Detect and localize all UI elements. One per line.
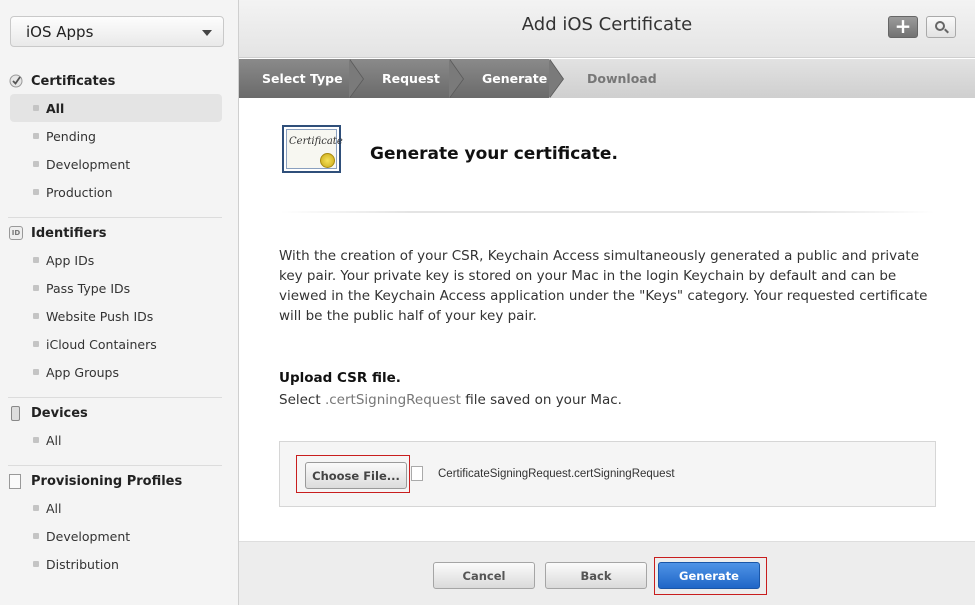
step-generate: Generate bbox=[449, 59, 564, 98]
chevron-down-icon bbox=[202, 30, 212, 36]
bullet-icon bbox=[33, 369, 39, 375]
sidebar-item-website-push-ids[interactable]: Website Push IDs bbox=[0, 302, 239, 330]
sidebar-item-icloud-containers[interactable]: iCloud Containers bbox=[0, 330, 239, 358]
step-select-type: Select Type bbox=[239, 59, 364, 98]
sidebar-item-label: App Groups bbox=[46, 365, 119, 380]
upload-instructions: Select .certSigningRequest file saved on… bbox=[279, 392, 622, 408]
iphone-icon bbox=[11, 406, 20, 421]
sidebar-item-certificates-pending[interactable]: Pending bbox=[0, 122, 239, 150]
section-header-certificates[interactable]: Certificates bbox=[0, 68, 239, 94]
selected-file-name: CertificateSigningRequest.certSigningReq… bbox=[438, 468, 675, 480]
section-title: Devices bbox=[31, 406, 88, 421]
certificate-badge-icon bbox=[9, 74, 23, 88]
page-title: Add iOS Certificate bbox=[521, 14, 693, 35]
sidebar-item-app-groups[interactable]: App Groups bbox=[0, 358, 239, 386]
section-devices: Devices All bbox=[0, 400, 239, 454]
sidebar-item-certificates-development[interactable]: Development bbox=[0, 150, 239, 178]
sidebar-item-profiles-all[interactable]: All bbox=[0, 494, 239, 522]
document-icon bbox=[9, 474, 21, 489]
back-button[interactable]: Back bbox=[545, 562, 647, 589]
section-title: Provisioning Profiles bbox=[31, 474, 183, 489]
section-header-devices[interactable]: Devices bbox=[0, 400, 239, 426]
sidebar-item-profiles-distribution[interactable]: Distribution bbox=[0, 550, 239, 578]
bullet-icon bbox=[33, 257, 39, 263]
file-icon bbox=[411, 466, 423, 481]
sidebar-item-certificates-all[interactable]: All bbox=[10, 94, 222, 122]
sidebar-item-pass-type-ids[interactable]: Pass Type IDs bbox=[0, 274, 239, 302]
choose-file-button[interactable]: Choose File... bbox=[305, 462, 407, 489]
bullet-icon bbox=[33, 189, 39, 195]
sidebar-item-label: Pending bbox=[46, 129, 96, 144]
sidebar-item-label: Pass Type IDs bbox=[46, 281, 131, 296]
sidebar-item-label: iCloud Containers bbox=[46, 337, 157, 352]
search-button[interactable] bbox=[926, 16, 956, 38]
sidebar-item-label: Development bbox=[46, 157, 131, 172]
bullet-icon bbox=[33, 285, 39, 291]
bullet-icon bbox=[33, 161, 39, 167]
bullet-icon bbox=[33, 561, 39, 567]
sidebar-item-label: All bbox=[46, 101, 65, 116]
bullet-icon bbox=[33, 313, 39, 319]
step-label: Select Type bbox=[262, 71, 343, 86]
sidebar-item-label: All bbox=[46, 433, 62, 448]
progress-steps: Select Type Request Generate Download bbox=[239, 59, 975, 98]
step-request: Request bbox=[349, 59, 464, 98]
plus-icon: + bbox=[894, 14, 912, 38]
bullet-icon bbox=[33, 533, 39, 539]
section-header-provisioning-profiles[interactable]: Provisioning Profiles bbox=[0, 468, 239, 494]
section-divider bbox=[280, 211, 935, 213]
bullet-icon bbox=[33, 341, 39, 347]
certificate-icon: Certificate bbox=[282, 125, 343, 173]
description-text: With the creation of your CSR, Keychain … bbox=[279, 248, 928, 324]
sidebar-item-label: App IDs bbox=[46, 253, 95, 268]
sidebar-item-profiles-development[interactable]: Development bbox=[0, 522, 239, 550]
sidebar-item-label: Production bbox=[46, 185, 113, 200]
add-button[interactable]: + bbox=[888, 16, 918, 38]
upload-instructions-prefix: Select bbox=[279, 392, 325, 408]
step-download: Download bbox=[549, 59, 689, 98]
bullet-icon bbox=[33, 505, 39, 511]
step-label: Request bbox=[382, 71, 440, 86]
section-provisioning-profiles: Provisioning Profiles All Development Di… bbox=[0, 468, 239, 578]
app-type-select[interactable]: iOS Apps bbox=[10, 16, 224, 47]
generate-button[interactable]: Generate bbox=[658, 562, 760, 589]
sidebar-divider bbox=[8, 465, 222, 466]
id-icon: ID bbox=[9, 226, 23, 240]
sidebar-divider bbox=[8, 217, 222, 218]
sidebar-item-label: Distribution bbox=[46, 557, 119, 572]
section-title: Identifiers bbox=[31, 226, 107, 241]
sidebar-item-label: Website Push IDs bbox=[46, 309, 154, 324]
app-type-label: iOS Apps bbox=[26, 23, 94, 41]
sidebar-item-label: All bbox=[46, 501, 62, 516]
content-heading: Generate your certificate. bbox=[370, 144, 618, 164]
section-title: Certificates bbox=[31, 74, 116, 89]
upload-title: Upload CSR file. bbox=[279, 370, 401, 386]
bullet-icon bbox=[33, 105, 39, 111]
sidebar-item-label: Development bbox=[46, 529, 131, 544]
bullet-icon bbox=[33, 437, 39, 443]
step-label: Generate bbox=[482, 71, 548, 86]
file-extension: .certSigningRequest bbox=[324, 392, 461, 408]
upload-instructions-suffix: file saved on your Mac. bbox=[460, 392, 622, 408]
sidebar-item-certificates-production[interactable]: Production bbox=[0, 178, 239, 206]
bullet-icon bbox=[33, 133, 39, 139]
section-header-identifiers[interactable]: ID Identifiers bbox=[0, 220, 239, 246]
seal-icon bbox=[320, 153, 335, 168]
header-bar: Add iOS Certificate + bbox=[239, 0, 975, 58]
section-identifiers: ID Identifiers App IDs Pass Type IDs Web… bbox=[0, 220, 239, 386]
sidebar-item-devices-all[interactable]: All bbox=[0, 426, 239, 454]
step-label: Download bbox=[587, 71, 657, 86]
cancel-button[interactable]: Cancel bbox=[433, 562, 535, 589]
sidebar: iOS Apps Certificates All Pending Develo… bbox=[0, 0, 239, 605]
sidebar-divider bbox=[8, 397, 222, 398]
certificate-icon-text: Certificate bbox=[289, 136, 343, 147]
section-certificates: Certificates All Pending Development Pro… bbox=[0, 68, 239, 206]
sidebar-item-app-ids[interactable]: App IDs bbox=[0, 246, 239, 274]
